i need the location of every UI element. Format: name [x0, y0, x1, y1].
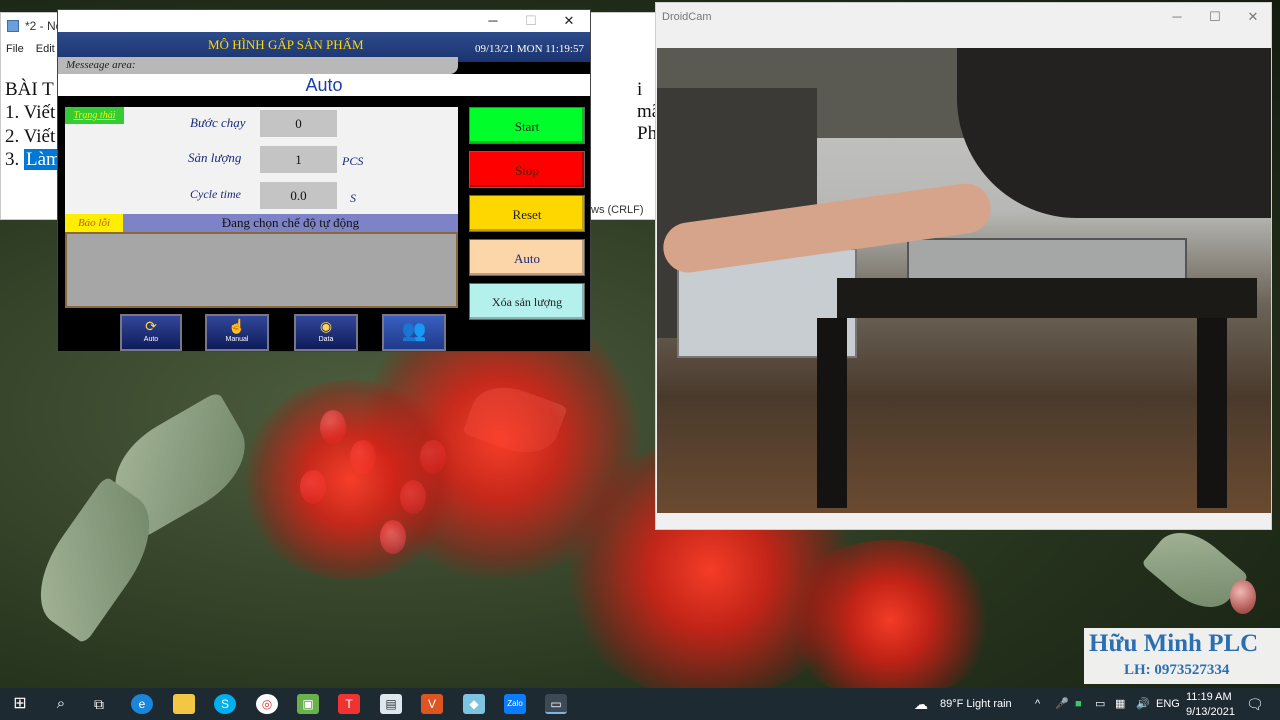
hmi-title: MÔ HÌNH GẤP SẢN PHẨM	[208, 37, 364, 52]
cycle-time-label: Cycle time	[190, 187, 241, 201]
maximize-button[interactable]: ☐	[512, 12, 550, 30]
edge-icon[interactable]: e	[131, 694, 153, 714]
droidcam-minimize-button[interactable]: ─	[1158, 7, 1196, 27]
notepad-icon	[7, 20, 19, 32]
app-cube-icon[interactable]: ◆	[463, 694, 485, 714]
zalo-icon[interactable]: Zalo	[504, 694, 526, 714]
step-label: Bước chạy	[190, 115, 246, 130]
notepad-line-4[interactable]: 3. Làm	[5, 149, 63, 171]
watermark-contact: LH: 0973527334	[1124, 662, 1230, 678]
nav-manual-label: Manual	[225, 336, 249, 343]
nav-users-button[interactable]: 👥	[382, 314, 446, 351]
task-view-icon[interactable]: ⧉	[88, 694, 110, 714]
watermark-name: Hữu Minh PLC	[1089, 630, 1259, 657]
network-icon[interactable]: ▦	[1115, 688, 1125, 720]
error-tag: Báo lỗi	[65, 214, 123, 232]
cycle-time-unit: S	[350, 191, 356, 205]
app-red-icon[interactable]: T	[338, 694, 360, 714]
notepad-status-eol: ws (CRLF)	[591, 204, 644, 216]
hand-icon: ☝	[228, 318, 246, 334]
chevron-up-icon[interactable]: ^	[1035, 688, 1040, 720]
app-v-icon[interactable]: V	[421, 694, 443, 714]
mode-display: Auto	[58, 74, 590, 96]
clock-date[interactable]: 9/13/2021	[1186, 696, 1235, 720]
camera-video-feed	[657, 48, 1271, 513]
status-tag: Trạng thái	[65, 107, 124, 124]
error-message: Đang chọn chế độ tự động	[221, 215, 360, 230]
notification-icon[interactable]: 🗨	[1246, 688, 1264, 720]
hmi-datetime: 09/13/21 MON 11:19:57	[475, 43, 584, 55]
reset-button[interactable]: Reset	[469, 195, 585, 232]
weather-text[interactable]: 89°F Light rain	[940, 688, 1012, 720]
hmi-titlebar[interactable]: ─ ☐ ✕	[58, 10, 590, 32]
error-row: Báo lỗi Đang chọn chế độ tự động	[65, 214, 458, 232]
notepad-line-3[interactable]: 2. Viết	[5, 126, 55, 148]
nav-data-label: Data	[318, 336, 334, 343]
start-button[interactable]: Start	[469, 107, 585, 144]
cycle-time-value: 0.0	[260, 182, 337, 209]
droidcam-window[interactable]: DroidCam ─ ☐ ✕	[655, 2, 1272, 530]
nav-manual-button[interactable]: ☝ Manual	[205, 314, 269, 351]
message-area: Messeage area:	[58, 57, 458, 74]
microphone-icon[interactable]: 🎤	[1055, 688, 1069, 720]
close-button[interactable]: ✕	[550, 12, 588, 30]
volume-icon[interactable]: 🔊	[1136, 688, 1150, 720]
windows-icon[interactable]: ⊞	[9, 694, 31, 714]
droidcam-maximize-button[interactable]: ☐	[1196, 7, 1234, 27]
step-value: 0	[260, 110, 337, 137]
clear-output-button[interactable]: Xóa sản lượng	[469, 283, 585, 320]
taskbar: ⊞ ⌕ ⧉ e S ◎ ▣ T ▤ V ◆ Zalo ▭ ☁ 89°F Ligh…	[0, 688, 1280, 720]
menu-file[interactable]: File	[6, 43, 24, 55]
chrome-icon[interactable]: ◎	[256, 694, 278, 714]
explorer-icon[interactable]	[173, 694, 195, 714]
auto-button[interactable]: Auto	[469, 239, 585, 276]
battery-icon[interactable]: ▭	[1095, 688, 1105, 720]
app-blue-icon[interactable]: ▤	[380, 694, 402, 714]
droidcam-title: DroidCam	[662, 11, 712, 23]
notepad-line-1[interactable]: BÀI T	[5, 79, 54, 101]
search-icon[interactable]: ⌕	[50, 694, 72, 714]
nav-data-button[interactable]: ◉ Data	[294, 314, 358, 351]
notepad-line-4-prefix: 3.	[5, 149, 20, 170]
status-panel: Trạng thái Bước chạy 0 Sản lượng 1 PCS C…	[65, 107, 458, 214]
error-log-box	[65, 232, 458, 308]
stop-button[interactable]: Stop	[469, 151, 585, 188]
app-tray-icon[interactable]: ■	[1075, 688, 1082, 720]
weather-icon[interactable]: ☁	[914, 688, 928, 720]
android-icon[interactable]: ▣	[297, 694, 319, 714]
menu-edit[interactable]: Edit	[36, 43, 55, 55]
app-window-icon[interactable]: ▭	[545, 694, 567, 714]
skype-icon[interactable]: S	[214, 694, 236, 714]
refresh-icon: ⟳	[145, 318, 157, 334]
output-unit: PCS	[342, 154, 364, 168]
language-indicator[interactable]: ENG	[1156, 688, 1180, 720]
users-icon: 👥	[401, 320, 427, 342]
hmi-window[interactable]: ─ ☐ ✕ MÔ HÌNH GẤP SẢN PHẨM 09/13/21 MON …	[57, 9, 591, 352]
disk-icon: ◉	[319, 318, 333, 334]
droidcam-close-button[interactable]: ✕	[1234, 7, 1272, 27]
watermark: Hữu Minh PLC LH: 0973527334	[1084, 628, 1280, 684]
notepad-line-2[interactable]: 1. Viết	[5, 102, 55, 124]
nav-auto-button[interactable]: ⟳ Auto	[120, 314, 182, 351]
output-label: Sản lượng	[188, 150, 242, 165]
minimize-button[interactable]: ─	[474, 12, 512, 30]
output-value: 1	[260, 146, 337, 173]
nav-auto-label: Auto	[143, 336, 159, 343]
message-area-label: Messeage area:	[66, 59, 136, 71]
